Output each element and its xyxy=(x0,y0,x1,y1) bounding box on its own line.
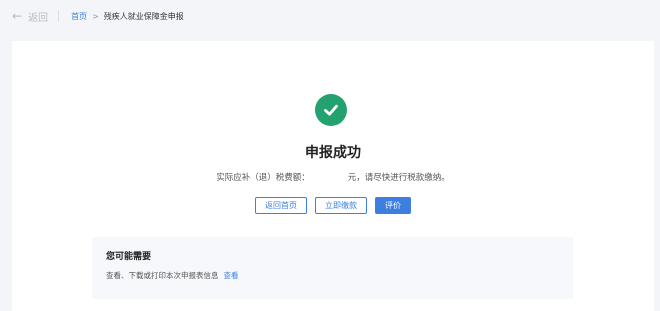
top-bar: ← 返回 首页 > 残疾人就业保障金申报 xyxy=(0,0,660,32)
suggestion-text: 查看、下载或打印本次申报表信息 xyxy=(106,271,219,280)
action-buttons: 返回首页 立即缴款 评价 xyxy=(12,197,654,214)
breadcrumb-home-link[interactable]: 首页 xyxy=(71,11,87,22)
breadcrumb: 首页 > 残疾人就业保障金申报 xyxy=(71,11,184,22)
suggestion-panel: 您可能需要 查看、下载或打印本次申报表信息 查看 xyxy=(92,237,573,299)
amount-line: 实际应补（退）税费额： 元，请尽快进行税款缴纳。 xyxy=(12,171,654,183)
checkmark-icon xyxy=(324,104,338,116)
check-circle-icon xyxy=(315,94,347,126)
suggestion-text-row: 查看、下载或打印本次申报表信息 查看 xyxy=(106,270,239,281)
back-button[interactable]: ← 返回 xyxy=(12,9,48,24)
suggestion-title: 您可能需要 xyxy=(106,252,152,262)
view-link[interactable]: 查看 xyxy=(224,271,239,280)
result-title: 申报成功 xyxy=(305,145,361,161)
breadcrumb-separator-icon: > xyxy=(92,11,99,21)
result-card: 申报成功 实际应补（退）税费额： 元，请尽快进行税款缴纳。 返回首页 立即缴款 评… xyxy=(12,41,654,311)
rate-button[interactable]: 评价 xyxy=(375,197,411,214)
breadcrumb-current: 残疾人就业保障金申报 xyxy=(103,11,184,21)
amount-prefix: 实际应补（退）税费额： xyxy=(216,173,310,183)
back-home-button[interactable]: 返回首页 xyxy=(255,197,307,214)
back-label: 返回 xyxy=(28,12,49,24)
arrow-left-icon: ← xyxy=(12,9,23,23)
amount-suffix: 元，请尽快进行税款缴纳。 xyxy=(347,173,450,183)
divider xyxy=(58,10,60,22)
pay-now-button[interactable]: 立即缴款 xyxy=(315,197,367,214)
